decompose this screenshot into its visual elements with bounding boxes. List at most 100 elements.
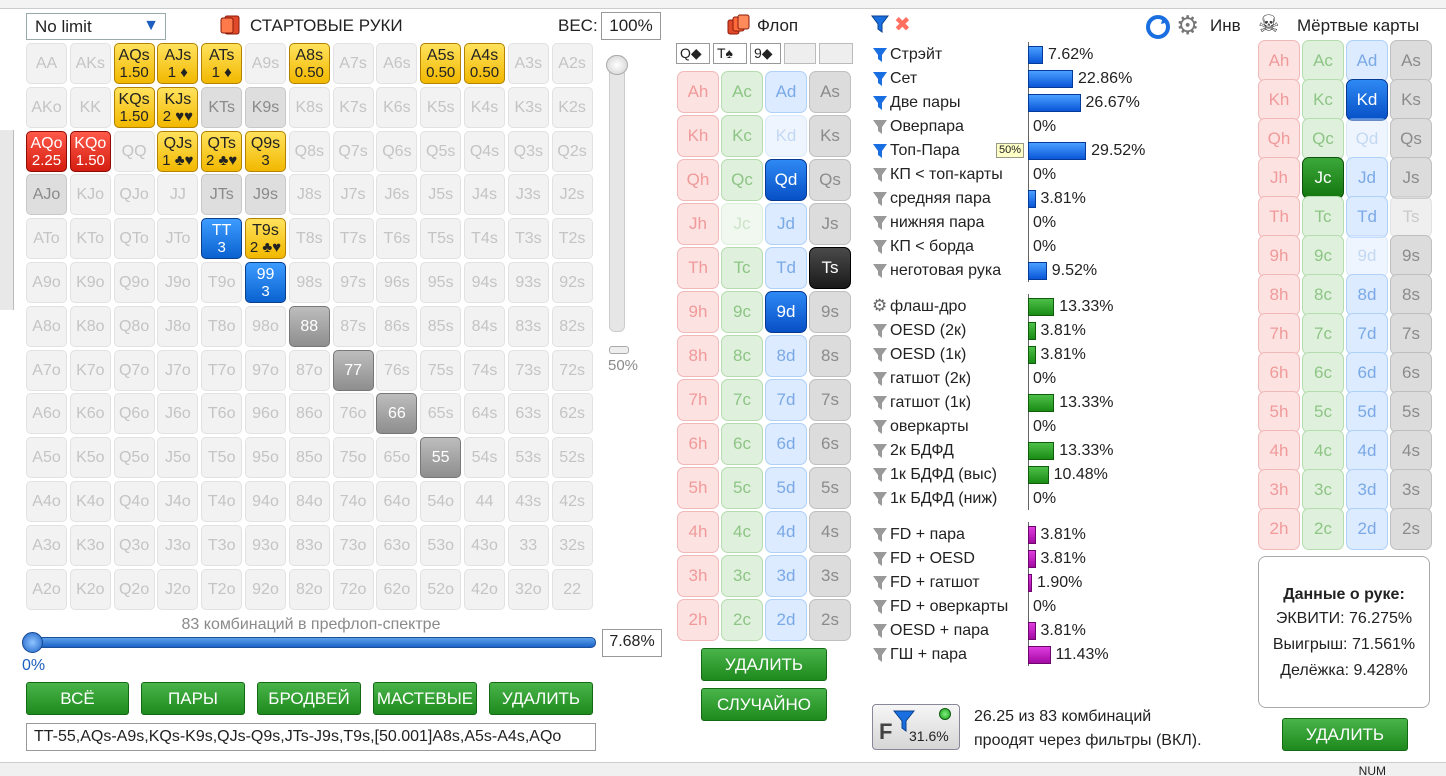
hand-cell-87s[interactable]: 87s	[332, 305, 374, 347]
hand-cell-82s[interactable]: 82s	[551, 305, 593, 347]
hand-cell-66[interactable]: 66	[376, 393, 418, 435]
range-percent-input[interactable]: 7.68%	[602, 629, 662, 657]
hand-cell-K2o[interactable]: K2o	[69, 568, 111, 610]
hand-cell-88[interactable]: 88	[288, 305, 330, 347]
gear-icon[interactable]: ⚙	[1176, 10, 1199, 41]
filter-icon[interactable]	[872, 395, 888, 411]
flop-slot-1[interactable]: Q◆	[676, 43, 710, 64]
hand-cell-J2o[interactable]: J2o	[157, 568, 199, 610]
hand-cell-Q9s[interactable]: Q9s 3	[245, 130, 286, 172]
hand-cell-97o[interactable]: 97o	[245, 349, 286, 391]
weight-vertical-slider[interactable]	[609, 55, 625, 332]
dead-card-Jd[interactable]: Jd	[1346, 157, 1388, 199]
hand-cell-ATs[interactable]: ATs 1 ♦	[201, 43, 243, 84]
flop-card-8s[interactable]: 8s	[809, 335, 851, 377]
flop-card-Kh[interactable]: Kh	[677, 115, 719, 157]
hand-cell-K7o[interactable]: K7o	[69, 349, 111, 391]
filter-icon[interactable]	[872, 443, 888, 459]
hand-cell-52s[interactable]: 52s	[551, 437, 593, 479]
dead-card-3s[interactable]: 3s	[1390, 469, 1432, 511]
weight-slider-thumb[interactable]	[606, 55, 628, 75]
dead-card-6h[interactable]: 6h	[1258, 352, 1300, 394]
flop-card-6d[interactable]: 6d	[765, 423, 807, 465]
flop-card-5s[interactable]: 5s	[809, 467, 851, 509]
hand-cell-A2o[interactable]: A2o	[26, 568, 67, 610]
flop-card-Ad[interactable]: Ad	[765, 71, 807, 113]
flop-card-8h[interactable]: 8h	[677, 335, 719, 377]
filter-icon[interactable]	[872, 467, 888, 483]
filter-icon[interactable]	[872, 647, 888, 663]
hand-cell-95s[interactable]: 95s	[420, 262, 462, 303]
dead-card-9c[interactable]: 9c	[1302, 235, 1344, 277]
hand-cell-KQs[interactable]: KQs 1.50	[113, 86, 155, 128]
hand-cell-52o[interactable]: 52o	[420, 568, 462, 610]
hand-cell-53s[interactable]: 53s	[507, 437, 549, 479]
game-type-select[interactable]: No limit ▼	[26, 13, 166, 40]
hand-cell-J8o[interactable]: J8o	[157, 305, 199, 347]
dead-card-As[interactable]: As	[1390, 40, 1432, 82]
dead-card-Ts[interactable]: Ts	[1390, 196, 1432, 238]
filter-icon[interactable]	[872, 215, 888, 231]
hand-cell-73s[interactable]: 73s	[507, 349, 549, 391]
flop-card-Td[interactable]: Td	[765, 247, 807, 289]
flop-card-9s[interactable]: 9s	[809, 291, 851, 333]
dead-card-Td[interactable]: Td	[1346, 196, 1388, 238]
clear-filter-icon[interactable]: ✖	[894, 12, 911, 37]
all-button[interactable]: ВСЁ	[26, 682, 129, 715]
filter-icon[interactable]	[872, 71, 888, 87]
hand-cell-72o[interactable]: 72o	[332, 568, 374, 610]
flop-card-Jc[interactable]: Jc	[721, 203, 763, 245]
hand-cell-63o[interactable]: 63o	[376, 524, 418, 566]
flop-card-Qc[interactable]: Qc	[721, 159, 763, 201]
flop-card-5c[interactable]: 5c	[721, 467, 763, 509]
dead-card-4h[interactable]: 4h	[1258, 430, 1300, 472]
dead-card-3c[interactable]: 3c	[1302, 469, 1344, 511]
hand-cell-54s[interactable]: 54s	[464, 437, 505, 479]
hand-cell-42s[interactable]: 42s	[551, 481, 593, 522]
hand-cell-86s[interactable]: 86s	[376, 305, 418, 347]
hand-cell-K9o[interactable]: K9o	[69, 262, 111, 303]
hand-cell-Q8s[interactable]: Q8s	[288, 130, 330, 172]
broadway-button[interactable]: БРОДВЕЙ	[257, 682, 361, 715]
hand-cell-94s[interactable]: 94s	[464, 262, 505, 303]
dead-card-Ad[interactable]: Ad	[1346, 40, 1388, 82]
range-horizontal-slider[interactable]	[26, 637, 596, 648]
delete-range-button[interactable]: УДАЛИТЬ	[489, 682, 593, 715]
hand-cell-Q3o[interactable]: Q3o	[113, 524, 155, 566]
dead-card-6d[interactable]: 6d	[1346, 352, 1388, 394]
dead-card-4c[interactable]: 4c	[1302, 430, 1344, 472]
hand-cell-A4o[interactable]: A4o	[26, 481, 67, 522]
refresh-icon[interactable]	[1145, 14, 1171, 40]
dead-card-2h[interactable]: 2h	[1258, 508, 1300, 550]
flop-card-Qd[interactable]: Qd	[765, 159, 807, 201]
hand-cell-43o[interactable]: 43o	[464, 524, 505, 566]
dead-card-6c[interactable]: 6c	[1302, 352, 1344, 394]
hand-cell-QJo[interactable]: QJo	[113, 174, 155, 216]
hand-cell-98s[interactable]: 98s	[288, 262, 330, 303]
flop-card-Qh[interactable]: Qh	[677, 159, 719, 201]
flop-card-9d[interactable]: 9d	[765, 291, 807, 333]
hand-cell-AQs[interactable]: AQs 1.50	[113, 43, 155, 84]
hand-cell-92s[interactable]: 92s	[551, 262, 593, 303]
hand-cell-J5s[interactable]: J5s	[420, 174, 462, 216]
hand-cell-64o[interactable]: 64o	[376, 481, 418, 522]
hand-cell-T8o[interactable]: T8o	[201, 305, 243, 347]
hand-cell-A8s[interactable]: A8s 0.50	[288, 43, 330, 84]
flop-delete-button[interactable]: УДАЛИТЬ	[701, 648, 827, 681]
hand-cell-Q9o[interactable]: Q9o	[113, 262, 155, 303]
hand-cell-83o[interactable]: 83o	[288, 524, 330, 566]
hand-cell-J9o[interactable]: J9o	[157, 262, 199, 303]
dead-card-3h[interactable]: 3h	[1258, 469, 1300, 511]
hand-cell-T6o[interactable]: T6o	[201, 393, 243, 435]
flop-card-As[interactable]: As	[809, 71, 851, 113]
dead-card-7c[interactable]: 7c	[1302, 313, 1344, 355]
hand-cell-42o[interactable]: 42o	[464, 568, 505, 610]
hand-cell-AJo[interactable]: AJo	[26, 174, 67, 216]
hand-cell-77[interactable]: 77	[332, 349, 374, 391]
filter-icon[interactable]	[871, 14, 889, 34]
filter-icon[interactable]	[872, 347, 888, 363]
flop-card-7d[interactable]: 7d	[765, 379, 807, 421]
hand-cell-Q2o[interactable]: Q2o	[113, 568, 155, 610]
hand-cell-Q4s[interactable]: Q4s	[464, 130, 505, 172]
hand-cell-Q5o[interactable]: Q5o	[113, 437, 155, 479]
